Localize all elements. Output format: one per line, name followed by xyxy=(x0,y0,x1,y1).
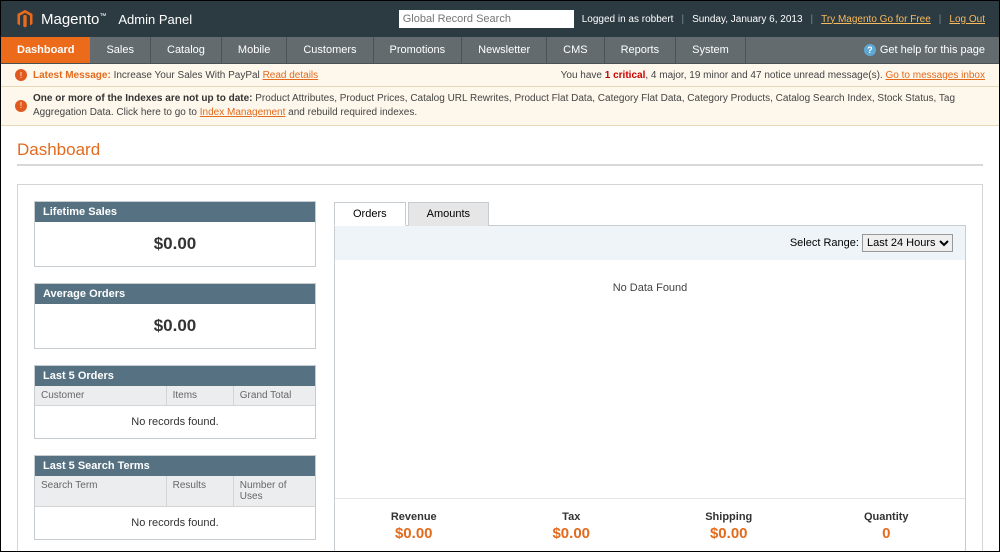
tax-value: $0.00 xyxy=(493,525,651,542)
chart-area: Select Range: Last 24 Hours No Data Foun… xyxy=(334,226,966,552)
index-warning-bar: ! One or more of the Indexes are not up … xyxy=(1,87,999,126)
logged-in-label: Logged in as robbert xyxy=(582,14,674,25)
alert-icon: ! xyxy=(15,69,27,81)
brand-subtitle: Admin Panel xyxy=(118,12,192,27)
lifetime-sales-box: Lifetime Sales $0.00 xyxy=(34,201,316,267)
brand-name: Magento™ xyxy=(41,11,106,28)
page-title: Dashboard xyxy=(17,140,983,166)
range-select[interactable]: Last 24 Hours xyxy=(862,234,953,252)
magento-icon xyxy=(15,9,35,29)
nav-help[interactable]: ? Get help for this page xyxy=(850,37,999,63)
logout-link[interactable]: Log Out xyxy=(949,14,985,25)
lifetime-sales-value: $0.00 xyxy=(35,222,315,266)
revenue-value: $0.00 xyxy=(335,525,493,542)
nav-promotions[interactable]: Promotions xyxy=(374,37,463,63)
chart-tabs: Orders Amounts xyxy=(334,201,966,226)
main-nav: Dashboard Sales Catalog Mobile Customers… xyxy=(1,37,999,64)
dashboard-container: Lifetime Sales $0.00 Average Orders $0.0… xyxy=(17,184,983,552)
nav-cms[interactable]: CMS xyxy=(547,37,604,63)
alert-icon: ! xyxy=(15,100,27,112)
help-icon: ? xyxy=(864,44,876,56)
nav-customers[interactable]: Customers xyxy=(287,37,373,63)
nav-reports[interactable]: Reports xyxy=(605,37,677,63)
tab-orders[interactable]: Orders xyxy=(334,202,406,226)
tab-amounts[interactable]: Amounts xyxy=(408,202,489,226)
header-bar: Magento™ Admin Panel Logged in as robber… xyxy=(1,1,999,37)
range-label: Select Range: xyxy=(790,237,859,249)
average-orders-value: $0.00 xyxy=(35,304,315,348)
nav-system[interactable]: System xyxy=(676,37,746,63)
messages-inbox-link[interactable]: Go to messages inbox xyxy=(886,70,986,81)
nav-mobile[interactable]: Mobile xyxy=(222,37,287,63)
brand-logo: Magento™ Admin Panel xyxy=(15,9,192,29)
last-orders-box: Last 5 Orders Customer Items Grand Total… xyxy=(34,365,316,439)
index-management-link[interactable]: Index Management xyxy=(200,107,286,118)
header-date: Sunday, January 6, 2013 xyxy=(692,14,802,25)
latest-message-bar: ! Latest Message: Increase Your Sales Wi… xyxy=(1,64,999,87)
header-right: Logged in as robbert | Sunday, January 6… xyxy=(399,10,985,28)
nav-catalog[interactable]: Catalog xyxy=(151,37,222,63)
quantity-value: 0 xyxy=(808,525,966,542)
last-search-terms-box: Last 5 Search Terms Search Term Results … xyxy=(34,455,316,540)
no-data-message: No Data Found xyxy=(335,260,965,498)
nav-newsletter[interactable]: Newsletter xyxy=(462,37,547,63)
average-orders-box: Average Orders $0.00 xyxy=(34,283,316,349)
shipping-value: $0.00 xyxy=(650,525,808,542)
totals-row: Revenue$0.00 Tax$0.00 Shipping$0.00 Quan… xyxy=(335,498,965,552)
try-magento-link[interactable]: Try Magento Go for Free xyxy=(821,14,931,25)
nav-sales[interactable]: Sales xyxy=(90,37,151,63)
global-search-input[interactable] xyxy=(399,10,574,28)
nav-dashboard[interactable]: Dashboard xyxy=(1,37,90,63)
read-details-link[interactable]: Read details xyxy=(263,70,319,81)
